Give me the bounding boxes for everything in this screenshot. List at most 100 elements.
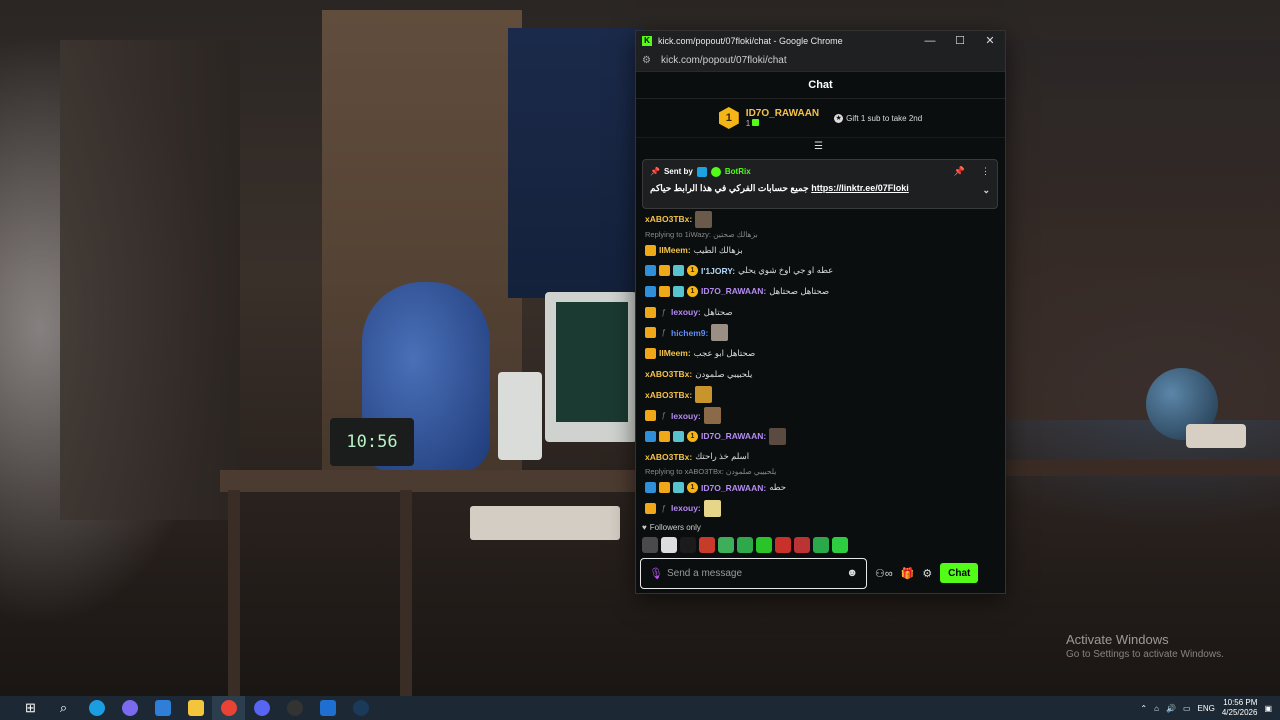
chat-message[interactable]: 1 ID7O_RAWAAN: صحتاهل صحتاهل	[645, 281, 997, 302]
chat-emote-image	[703, 499, 721, 517]
quick-emote-button[interactable]	[642, 537, 658, 553]
microphone-icon[interactable]: 🎙	[649, 567, 667, 580]
search-icon[interactable]: ⌕	[47, 696, 80, 720]
settings-icon[interactable]: ⚙	[922, 567, 932, 580]
chat-username[interactable]: xABO3TBx:	[645, 214, 692, 224]
send-chat-button[interactable]: Chat	[940, 563, 979, 583]
gift-sub-text[interactable]: Gift 1 sub to take 2nd	[846, 114, 922, 123]
pinned-message[interactable]: 📌 Sent by BotRix 📌 ⋮ جميع حسابات الفركي …	[642, 159, 998, 209]
chat-username[interactable]: lexouy:	[671, 307, 701, 317]
quick-emote-button[interactable]	[775, 537, 791, 553]
chevron-down-icon[interactable]: ⌄	[982, 185, 990, 196]
chat-message[interactable]: IIMeem: صحتاهل ابو عجب	[645, 343, 997, 364]
chrome-icon[interactable]	[212, 696, 245, 720]
notifications-icon[interactable]: ▣	[1264, 704, 1272, 713]
reply-context[interactable]: Replying to 1iWazy: بزهالك صحتين	[645, 230, 997, 240]
moderator-badge-icon	[645, 265, 656, 277]
chat-username[interactable]: hichem9:	[671, 328, 708, 338]
file-explorer-icon[interactable]	[179, 696, 212, 720]
app-blue-icon[interactable]	[311, 696, 344, 720]
pinned-link[interactable]: https://linktr.ee/07Floki	[811, 183, 909, 193]
quick-emote-button[interactable]	[832, 537, 848, 553]
chat-message[interactable]: ƒ lexouy: صحتاهل	[645, 302, 997, 323]
chat-message-input[interactable]	[667, 567, 847, 579]
taskbar-time: 10:56 PM	[1223, 698, 1258, 707]
store-icon[interactable]	[146, 696, 179, 720]
leader-entry[interactable]: ID7O_RAWAAN 1	[746, 108, 819, 128]
quick-emote-button[interactable]	[794, 537, 810, 553]
close-button[interactable]: ✕	[975, 34, 1005, 47]
chat-username[interactable]: I'1JORY:	[701, 266, 735, 276]
chat-message[interactable]: IIMeem: بزهالك الطيب	[645, 240, 997, 261]
chat-messages[interactable]: xABO3TBx: Replying to 1iWazy: بزهالك صحتي…	[645, 209, 997, 537]
follower-badge-icon: ƒ	[661, 411, 666, 421]
chat-message[interactable]: 1 ID7O_RAWAAN: حطه	[645, 477, 997, 498]
chat-username[interactable]: IIMeem:	[659, 348, 691, 358]
minimize-button[interactable]: —	[915, 35, 945, 47]
chat-username[interactable]: ID7O_RAWAAN:	[701, 286, 766, 296]
chat-username[interactable]: xABO3TBx:	[645, 390, 692, 400]
chat-username[interactable]: xABO3TBx:	[645, 452, 692, 462]
subscriber-badge-icon	[673, 285, 684, 297]
wallpaper-side-table	[1005, 460, 1280, 476]
network-icon[interactable]: ⌂	[1154, 704, 1159, 713]
quick-emote-button[interactable]	[737, 537, 753, 553]
more-options-icon[interactable]: ⋮	[981, 166, 990, 177]
chat-message[interactable]: 1 I'1JORY: عطه او جي اوخ شوي يحلي	[645, 260, 997, 281]
battery-icon[interactable]: ▭	[1183, 704, 1191, 713]
obs-icon[interactable]	[278, 696, 311, 720]
language-indicator[interactable]: ENG	[1198, 704, 1215, 713]
chat-message[interactable]: xABO3TBx: يلحبيبي صلمودن	[645, 364, 997, 385]
emoji-picker-icon[interactable]: ☻	[846, 567, 858, 579]
chat-username[interactable]: lexouy:	[671, 503, 701, 513]
maximize-button[interactable]: ☐	[945, 34, 975, 47]
chat-filter-icon[interactable]: ☰	[814, 141, 823, 152]
pinned-sender[interactable]: BotRix	[725, 167, 751, 176]
address-bar[interactable]: ⚙ kick.com/popout/07floki/chat	[636, 50, 1005, 72]
steam-icon[interactable]	[344, 696, 377, 720]
copilot-icon[interactable]	[113, 696, 146, 720]
chat-message[interactable]: xABO3TBx:	[645, 209, 997, 230]
unpin-icon[interactable]: 📌	[954, 166, 965, 177]
quick-emote-button[interactable]	[661, 537, 677, 553]
chat-message[interactable]: xABO3TBx:	[645, 385, 997, 406]
sub-gift-icon	[752, 119, 760, 126]
discord-icon[interactable]	[245, 696, 278, 720]
activate-windows-watermark: Activate Windows Go to Settings to activ…	[1066, 632, 1224, 660]
activate-windows-subtitle: Go to Settings to activate Windows.	[1066, 649, 1224, 660]
chevron-up-icon[interactable]: ⌃	[1140, 704, 1147, 713]
chat-username[interactable]: xABO3TBx:	[645, 369, 692, 379]
chat-message[interactable]: ƒ lexouy:	[645, 498, 997, 519]
url-text[interactable]: kick.com/popout/07floki/chat	[661, 55, 787, 66]
chat-username[interactable]: ID7O_RAWAAN:	[701, 431, 766, 441]
speaker-icon[interactable]: 🔊	[1166, 704, 1176, 713]
quick-emote-button[interactable]	[813, 537, 829, 553]
reply-context[interactable]: Replying to xABO3TBx: يلحبيبي صلمودن	[645, 467, 997, 477]
start-windows-icon[interactable]: ⊞	[14, 696, 47, 720]
chat-text: حطه	[769, 482, 786, 493]
kicks-icon[interactable]: ⚇∞	[875, 567, 893, 580]
chat-message[interactable]: xABO3TBx: اسلم خذ راحتك	[645, 447, 997, 468]
chat-emote-image	[703, 407, 721, 425]
chat-username[interactable]: IIMeem:	[659, 245, 691, 255]
leader-name[interactable]: ID7O_RAWAAN	[746, 108, 819, 119]
vip-crown-badge-icon	[659, 430, 670, 442]
quick-emote-button[interactable]	[718, 537, 734, 553]
quick-emote-button[interactable]	[699, 537, 715, 553]
site-info-icon[interactable]: ⚙	[642, 55, 656, 66]
window-titlebar[interactable]: K kick.com/popout/07floki/chat - Google …	[636, 31, 1005, 50]
chat-input-box[interactable]: 🎙 ☻	[640, 557, 867, 589]
chat-message[interactable]: ƒ lexouy:	[645, 405, 997, 426]
chat-username[interactable]: ID7O_RAWAAN:	[701, 483, 766, 493]
gifter-badge-icon: 1	[687, 285, 698, 297]
chat-username[interactable]: lexouy:	[671, 411, 701, 421]
quick-emote-button[interactable]	[680, 537, 696, 553]
edge-browser-icon[interactable]	[80, 696, 113, 720]
gift-box-icon[interactable]: 🎁	[901, 567, 915, 580]
leader-count: 1	[746, 119, 819, 128]
taskbar-clock[interactable]: 10:56 PM 4/25/2026	[1222, 698, 1258, 718]
quick-emote-button[interactable]	[756, 537, 772, 553]
chat-message[interactable]: ƒ hichem9:	[645, 322, 997, 343]
chat-message[interactable]: 1 ID7O_RAWAAN:	[645, 426, 997, 447]
gift-sub-prompt[interactable]: ★ Gift 1 sub to take 2nd	[834, 113, 922, 123]
